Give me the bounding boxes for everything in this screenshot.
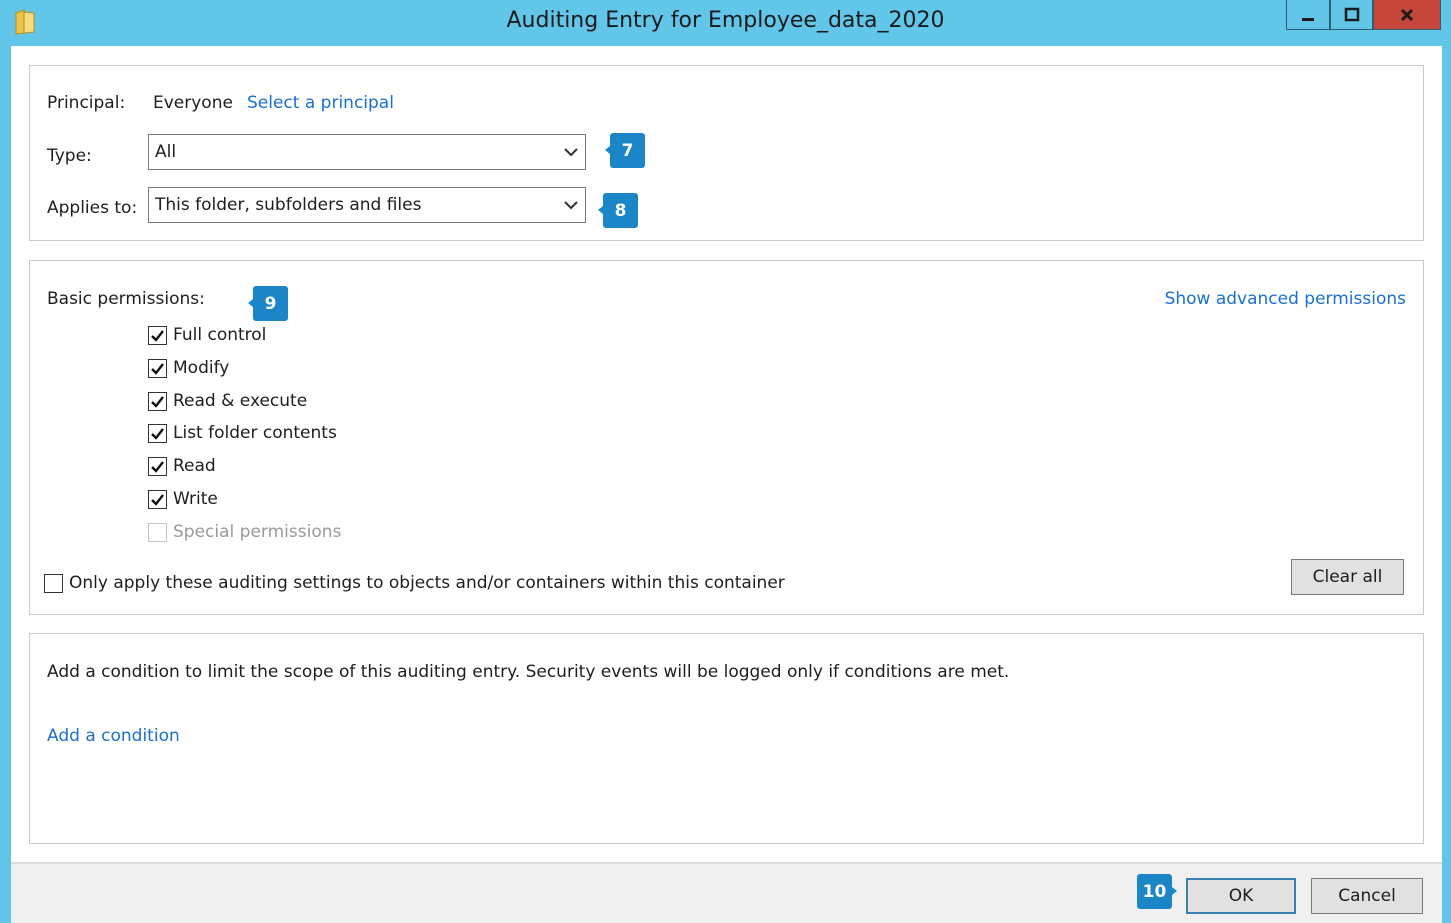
permission-checkbox[interactable]	[148, 456, 167, 476]
type-dropdown-value: All	[155, 142, 177, 162]
only-apply-label: Only apply these auditing settings to ob…	[69, 573, 785, 593]
permission-label: Write	[173, 489, 218, 509]
minimize-button[interactable]	[1286, 0, 1330, 30]
callout-badge-8: 8	[598, 193, 638, 228]
callout-number: 7	[621, 140, 634, 161]
window-title: Auditing Entry for Employee_data_2020	[506, 8, 945, 33]
select-principal-link[interactable]: Select a principal	[247, 93, 394, 113]
show-advanced-permissions-link[interactable]: Show advanced permissions	[1165, 289, 1406, 309]
maximize-button[interactable]	[1330, 0, 1373, 30]
only-apply-checkbox[interactable]	[44, 573, 63, 593]
permission-row[interactable]: Read	[148, 454, 216, 478]
ok-label: OK	[1228, 886, 1254, 906]
permission-row[interactable]: Read & execute	[148, 389, 307, 413]
footer-divider	[11, 862, 1442, 864]
permission-checkbox[interactable]	[148, 423, 167, 443]
checkmark-icon	[151, 329, 164, 342]
chevron-down-icon	[564, 201, 578, 210]
principal-value: Everyone	[153, 93, 233, 113]
permissions-section: Basic permissions: 9 Show advanced permi…	[29, 260, 1424, 615]
cancel-button[interactable]: Cancel	[1311, 878, 1423, 914]
applies-to-dropdown[interactable]: This folder, subfolders and files	[148, 187, 586, 223]
principal-label: Principal:	[47, 93, 126, 113]
clear-all-button[interactable]: Clear all	[1291, 559, 1404, 595]
chevron-down-icon	[564, 148, 578, 157]
permission-checkbox[interactable]	[148, 391, 167, 411]
permission-label: Read & execute	[173, 391, 308, 411]
permission-row[interactable]: Modify	[148, 356, 229, 380]
dialog-client: Principal: Everyone Select a principal T…	[11, 46, 1442, 923]
permission-label: Special permissions	[173, 522, 342, 542]
applies-to-dropdown-value: This folder, subfolders and files	[155, 195, 422, 215]
callout-badge-7: 7	[605, 133, 645, 168]
cancel-label: Cancel	[1338, 886, 1396, 906]
permission-checkbox	[148, 522, 167, 542]
checkmark-icon	[151, 395, 164, 408]
title-bar[interactable]: Auditing Entry for Employee_data_2020	[0, 0, 1451, 46]
permission-checkbox[interactable]	[148, 489, 167, 509]
basic-permissions-label: Basic permissions:	[47, 289, 205, 309]
permission-label: Read	[173, 456, 216, 476]
only-apply-checkbox-row[interactable]: Only apply these auditing settings to ob…	[44, 571, 785, 595]
clear-all-label: Clear all	[1312, 567, 1383, 587]
permission-checkbox[interactable]	[148, 358, 167, 378]
permission-row[interactable]: Write	[148, 487, 218, 511]
callout-badge-9: 9	[248, 286, 288, 321]
callout-number: 10	[1142, 881, 1167, 902]
permission-row: Special permissions	[148, 520, 341, 544]
callout-badge-10: 10	[1137, 874, 1177, 909]
condition-description: Add a condition to limit the scope of th…	[47, 662, 1010, 682]
ok-button[interactable]: OK	[1186, 878, 1296, 914]
principal-section: Principal: Everyone Select a principal T…	[29, 65, 1424, 241]
callout-number: 8	[614, 200, 627, 221]
checkmark-icon	[151, 493, 164, 506]
permission-label: Modify	[173, 358, 230, 378]
close-icon	[1400, 8, 1414, 21]
permission-checkbox[interactable]	[148, 325, 167, 345]
close-button[interactable]	[1373, 0, 1441, 30]
checkmark-icon	[151, 427, 164, 440]
permission-row[interactable]: Full control	[148, 323, 266, 347]
callout-number: 9	[264, 293, 277, 314]
add-condition-link[interactable]: Add a condition	[47, 726, 180, 746]
dialog-window: Auditing Entry for Employee_data_2020 Pr…	[0, 0, 1451, 923]
minimize-icon	[1302, 17, 1314, 21]
type-dropdown[interactable]: All	[148, 134, 586, 170]
maximize-icon	[1344, 7, 1359, 21]
checkmark-icon	[151, 362, 164, 375]
permission-label: List folder contents	[173, 423, 337, 443]
type-label: Type:	[47, 146, 92, 166]
applies-to-label: Applies to:	[47, 198, 138, 218]
permission-row[interactable]: List folder contents	[148, 421, 337, 445]
permission-label: Full control	[173, 325, 267, 345]
checkmark-icon	[151, 460, 164, 473]
condition-section: Add a condition to limit the scope of th…	[29, 633, 1424, 844]
